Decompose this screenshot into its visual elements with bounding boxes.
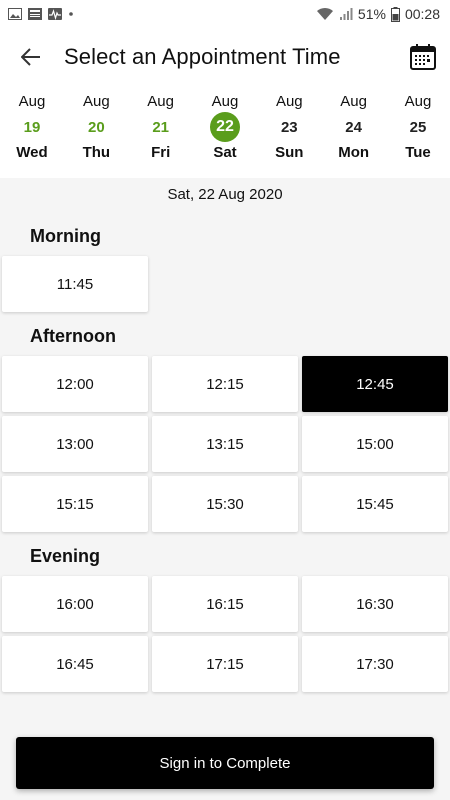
arrow-left-icon: [21, 48, 40, 66]
back-button[interactable]: [16, 42, 46, 72]
date-month: Aug: [18, 93, 46, 110]
time-slot-button[interactable]: 16:30: [302, 576, 448, 632]
date-item-23[interactable]: Aug 23 Sun: [257, 92, 321, 172]
date-strip: Aug 19 Wed Aug 20 Thu Aug 21 Fri Aug 22 Sat Aug 23 Sun…: [0, 86, 450, 178]
date-number: 22: [209, 112, 240, 142]
date-weekday: Mon: [338, 144, 370, 161]
date-weekday: Wed: [16, 144, 48, 161]
date-item-21[interactable]: Aug 21 Fri: [129, 92, 193, 172]
date-number: 19: [23, 118, 41, 136]
date-month: Aug: [211, 93, 239, 110]
date-number: 24: [345, 118, 362, 136]
time-slot-button[interactable]: 13:00: [2, 416, 148, 472]
date-weekday: Tue: [405, 144, 431, 161]
time-slot-button[interactable]: 12:15: [152, 356, 298, 412]
battery-percent: 51%: [357, 6, 386, 22]
date-month: Aug: [82, 93, 110, 110]
time-slot-button[interactable]: 13:15: [152, 416, 298, 472]
status-left: [8, 8, 74, 20]
section-title: Morning: [30, 226, 101, 246]
time-slot-button[interactable]: 17:15: [152, 636, 298, 692]
date-weekday: Sun: [275, 144, 304, 161]
section-morning: Morning 11:45: [0, 212, 450, 312]
signal-icon: [339, 7, 353, 21]
slot-grid: 12:00 12:15 12:45 13:00 13:15 15:00 15:15 15:30…: [0, 356, 450, 532]
slot-grid: 11:45: [0, 256, 450, 312]
section-title: Evening: [30, 546, 101, 566]
clock: 00:28: [404, 6, 440, 22]
date-item-19[interactable]: Aug 19 Wed: [0, 92, 64, 172]
time-slot-button[interactable]: 15:30: [152, 476, 298, 532]
activity-icon: [48, 8, 62, 20]
status-right: 51% 00:28: [316, 6, 440, 22]
news-icon: [28, 8, 42, 20]
date-number: 23: [280, 118, 298, 136]
date-item-25[interactable]: Aug 25 Tue: [386, 92, 450, 172]
time-slot-sections: Morning 11:45 Afternoon 12:00 12:15 12:45 13:0…: [0, 212, 450, 692]
date-number: 21: [152, 118, 169, 136]
section-evening: Evening 16:00 16:15 16:30 16:45 17:15 17:30: [0, 532, 450, 692]
gallery-icon: [8, 8, 22, 20]
section-title: Afternoon: [30, 326, 116, 346]
time-slot-button[interactable]: 12:45: [302, 356, 448, 412]
status-bar: 51% 00:28: [0, 0, 450, 28]
time-slot-button[interactable]: 16:15: [152, 576, 298, 632]
battery-icon: [390, 6, 400, 22]
selected-date-label: Sat, 22 Aug 2020: [167, 186, 283, 203]
app-bar: Select an Appointment Time: [0, 28, 450, 86]
time-slot-button[interactable]: 16:00: [2, 576, 148, 632]
date-month: Aug: [275, 93, 303, 110]
date-weekday: Sat: [213, 144, 237, 161]
sign-in-button[interactable]: Sign in to Complete: [16, 737, 434, 789]
time-slot-button[interactable]: 15:15: [2, 476, 148, 532]
date-weekday: Thu: [82, 144, 111, 161]
date-item-20[interactable]: Aug 20 Thu: [64, 92, 128, 172]
time-slot-button[interactable]: 12:00: [2, 356, 148, 412]
date-number: 25: [409, 118, 427, 136]
date-month: Aug: [340, 93, 367, 110]
dot-icon: [68, 11, 74, 17]
slot-grid: 16:00 16:15 16:30 16:45 17:15 17:30: [0, 576, 450, 692]
date-weekday: Fri: [151, 144, 171, 161]
time-slot-button[interactable]: 11:45: [2, 256, 148, 312]
time-slot-button[interactable]: 17:30: [302, 636, 448, 692]
section-afternoon: Afternoon 12:00 12:15 12:45 13:00 13:15 15:00 1…: [0, 312, 450, 532]
page-title: Select an Appointment Time: [64, 44, 341, 69]
date-item-22[interactable]: Aug 22 Sat: [193, 92, 257, 172]
date-month: Aug: [147, 93, 174, 110]
date-month: Aug: [404, 93, 432, 110]
time-slot-button[interactable]: 15:00: [302, 416, 448, 472]
calendar-icon: [410, 44, 436, 70]
time-slot-button[interactable]: 15:45: [302, 476, 448, 532]
date-number: 20: [87, 118, 105, 136]
date-item-24[interactable]: Aug 24 Mon: [322, 92, 386, 172]
calendar-button[interactable]: [408, 42, 438, 72]
wifi-icon: [316, 7, 334, 21]
time-slot-button[interactable]: 16:45: [2, 636, 148, 692]
